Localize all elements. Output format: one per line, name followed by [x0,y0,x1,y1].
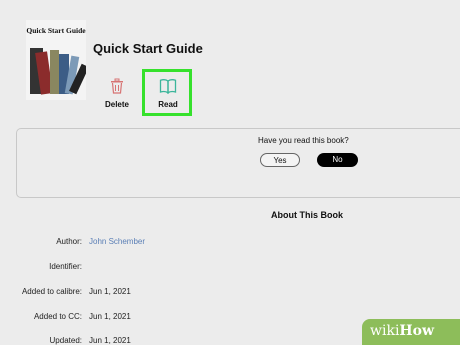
wikihow-wiki-text: wiki [370,323,400,339]
wikihow-logo-text: wikiHow [370,323,434,339]
identifier-label: Identifier: [49,262,82,271]
trash-icon [111,78,123,94]
added-calibre-value: Jun 1, 2021 [89,287,131,296]
author-label: Author: [56,237,82,246]
read-button[interactable]: Read [148,78,188,109]
read-question: Have you read this book? [258,136,349,145]
read-label: Read [158,100,178,109]
about-heading: About This Book [271,210,343,220]
cover-book-olive [50,50,59,94]
updated-value: Jun 1, 2021 [89,336,131,345]
yes-button[interactable]: Yes [260,153,300,167]
updated-label: Updated: [49,336,82,345]
added-cc-label: Added to CC: [33,312,82,321]
delete-button[interactable]: Delete [97,78,137,109]
delete-label: Delete [104,100,129,109]
open-book-icon [159,79,177,94]
book-cover: Quick Start Guide [26,20,86,100]
added-cc-value: Jun 1, 2021 [89,312,131,321]
book-title: Quick Start Guide [93,41,203,56]
cover-title-text: Quick Start Guide [26,26,86,35]
read-status-panel [16,128,460,198]
added-calibre-label: Added to calibre: [21,287,82,296]
no-button[interactable]: No [317,153,358,167]
author-link[interactable]: John Schember [89,237,145,246]
wikihow-how-text: How [399,323,435,339]
